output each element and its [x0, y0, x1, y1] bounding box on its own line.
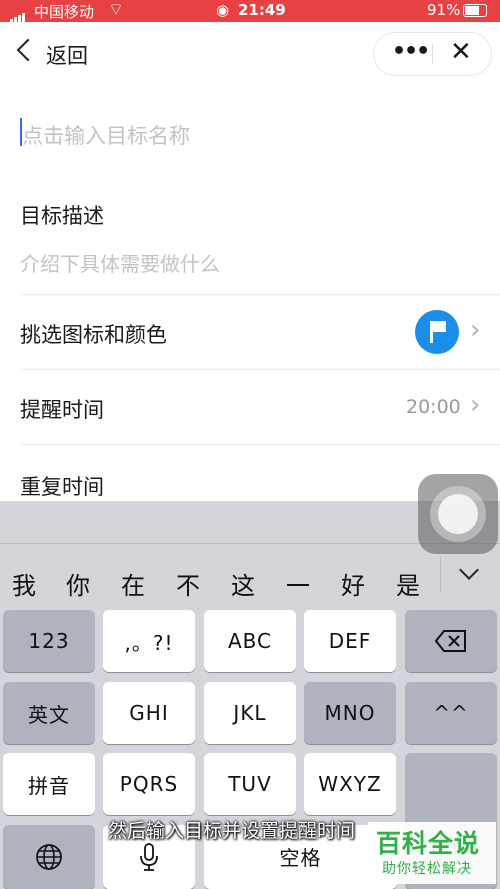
key-english[interactable]: 英文: [3, 682, 95, 744]
key-def[interactable]: DEF: [304, 610, 396, 672]
assistive-touch-button[interactable]: [418, 474, 498, 554]
description-input[interactable]: 介绍下具体需要做什么: [20, 248, 480, 277]
battery-percent: 91%: [427, 1, 461, 19]
location-icon: ◉: [216, 1, 230, 19]
key-ghi[interactable]: GHI: [103, 682, 195, 744]
key-123[interactable]: 123: [3, 610, 95, 672]
microphone-icon: [140, 843, 158, 871]
back-arrow-icon: [16, 38, 40, 62]
backspace-icon: [435, 630, 466, 652]
logo-subtitle: 助你轻松解决: [382, 861, 472, 877]
candidate-8[interactable]: 是: [396, 566, 420, 601]
capsule-divider: [432, 44, 433, 64]
remind-time-row[interactable]: 提醒时间 20:00 ›: [0, 370, 500, 444]
back-button[interactable]: 返回: [16, 32, 96, 72]
icon-color-row[interactable]: 挑选图标和颜色 ›: [0, 295, 500, 369]
candidate-5[interactable]: 这: [231, 566, 255, 601]
icon-color-label: 挑选图标和颜色: [20, 323, 167, 347]
candidate-4[interactable]: 不: [176, 566, 200, 601]
globe-key[interactable]: [3, 825, 95, 889]
key-emoticon[interactable]: ^^: [405, 682, 497, 744]
signal-icon: [10, 5, 26, 23]
close-icon[interactable]: ✕: [450, 37, 472, 67]
name-placeholder: 点击输入目标名称: [22, 124, 190, 148]
candidate-2[interactable]: 你: [66, 566, 90, 601]
key-pqrs[interactable]: PQRS: [103, 753, 195, 815]
chevron-right-icon: ›: [470, 390, 481, 420]
name-input[interactable]: 点击输入目标名称: [0, 100, 500, 168]
wifi-icon: ⌔: [108, 0, 124, 20]
carrier-label: 中国移动: [34, 3, 95, 21]
candidate-6[interactable]: 一: [286, 566, 310, 601]
description-label: 目标描述: [20, 204, 104, 228]
key-punctuation[interactable]: ,。?!: [103, 610, 195, 672]
more-icon[interactable]: •••: [392, 39, 430, 64]
space-label: 空格: [279, 846, 322, 870]
remind-time-label: 提醒时间: [20, 398, 104, 422]
key-mno[interactable]: MNO: [304, 682, 396, 744]
battery-icon: [463, 4, 487, 17]
key-pinyin[interactable]: 拼音: [3, 753, 95, 815]
logo-title: 百科全说: [376, 829, 481, 858]
repeat-time-label: 重复时间: [20, 475, 104, 499]
key-tuv[interactable]: TUV: [204, 753, 296, 815]
candidate-3[interactable]: 在: [121, 566, 145, 601]
clock: 21:49: [238, 1, 286, 19]
capsule-menu: ••• ✕: [373, 32, 492, 76]
candidate-1[interactable]: 我: [12, 566, 36, 601]
back-label: 返回: [46, 44, 88, 68]
chevron-right-icon: ›: [470, 315, 481, 345]
candidate-separator: [440, 556, 441, 592]
globe-icon: [36, 844, 62, 870]
key-jkl[interactable]: JKL: [204, 682, 296, 744]
flag-icon: [415, 310, 459, 354]
key-abc[interactable]: ABC: [204, 610, 296, 672]
delete-key[interactable]: [405, 610, 497, 672]
status-bar: 中国移动 ⌔ ◉ 21:49 91%: [0, 0, 500, 23]
remind-time-value: 20:00: [406, 396, 461, 418]
video-subtitle: 然后输入目标并设置提醒时间: [108, 820, 356, 842]
watermark-logo: 百科全说 助你轻松解决: [368, 822, 496, 884]
key-wxyz[interactable]: WXYZ: [304, 753, 396, 815]
candidate-7[interactable]: 好: [341, 566, 365, 601]
